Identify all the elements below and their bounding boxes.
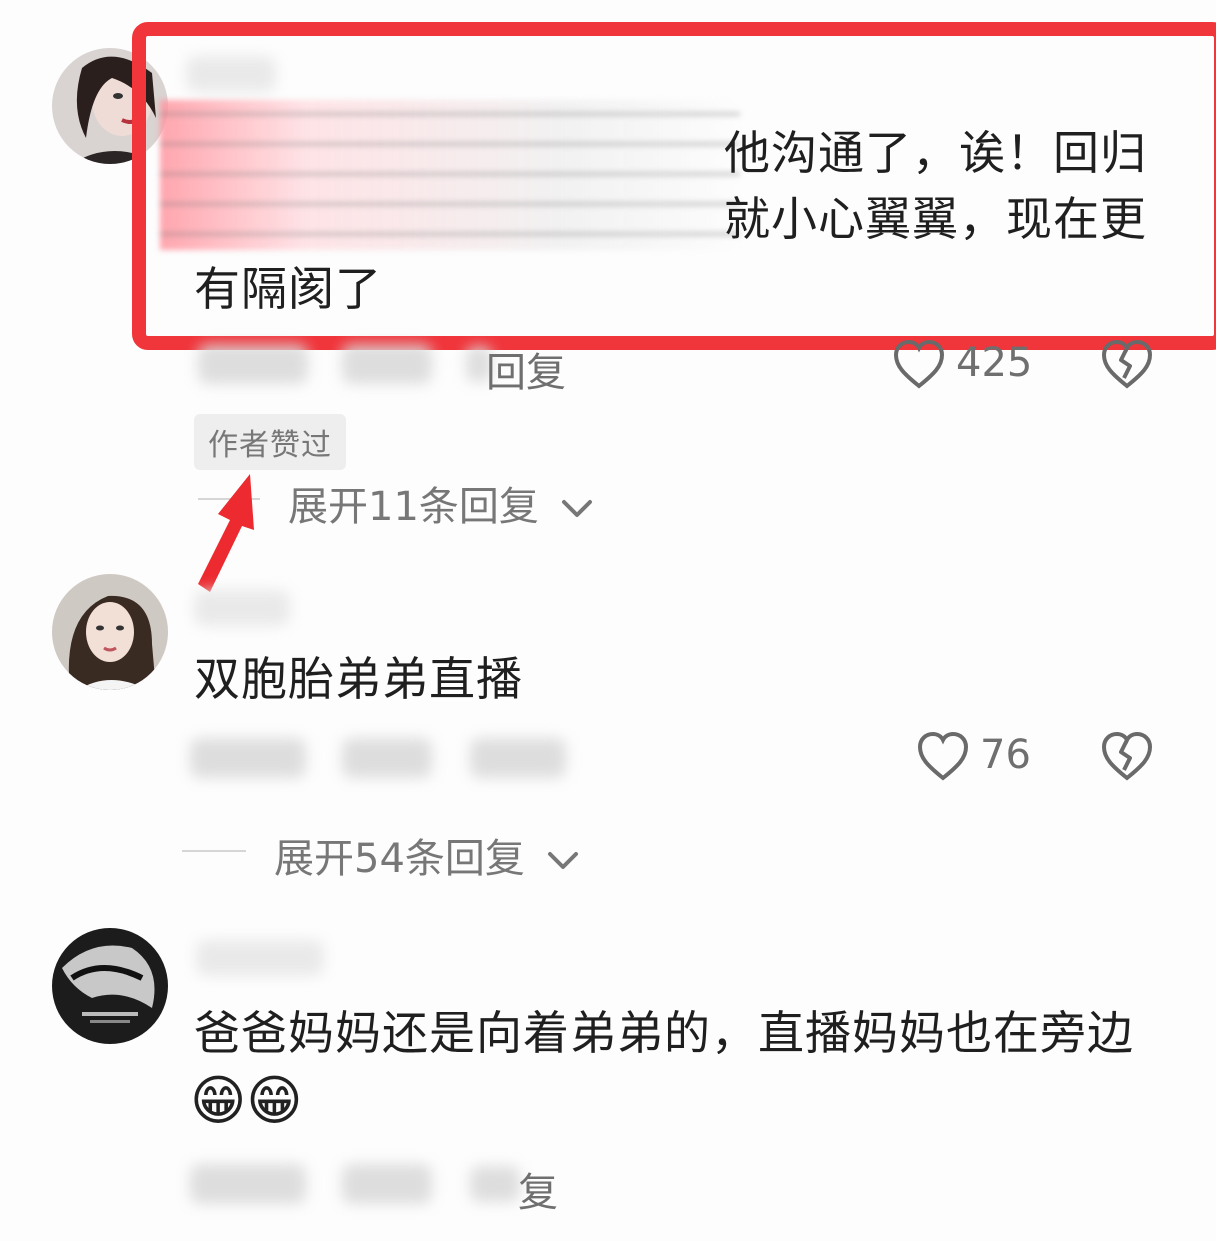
author-liked-badge: 作者赞过 [194,414,346,470]
reply-redacted[interactable] [470,738,566,778]
like-count: 425 [956,340,1033,386]
expand-replies-button[interactable]: 展开54条回复 [274,826,580,884]
timestamp-redacted [190,1164,306,1204]
highlight-box [132,22,1216,350]
red-arrow [198,474,254,592]
broken-heart-icon[interactable] [1100,730,1154,782]
expand-replies-label: 展开54条回复 [274,836,525,882]
chevron-down-icon [547,852,578,869]
divider [182,850,246,852]
reply-button[interactable]: 回复 [486,340,566,398]
redacted-text [470,1166,520,1202]
expand-replies-button[interactable]: 展开11条回复 [288,474,594,532]
username-redacted[interactable] [194,590,290,626]
location-redacted [342,1164,432,1204]
comment-text: 爸爸妈妈还是向着弟弟的，直播妈妈也在旁边 [194,1006,1134,1060]
chevron-down-icon [561,500,592,517]
username-redacted[interactable] [196,940,324,976]
timestamp-redacted [198,344,308,384]
expand-replies-label: 展开11条回复 [288,484,539,530]
broken-heart-icon[interactable] [1100,338,1154,390]
location-redacted [342,344,432,384]
avatar[interactable] [52,574,168,690]
avatar[interactable] [52,928,168,1044]
comment-text: 双胞胎弟弟直播 [194,652,523,706]
heart-outline-icon[interactable] [916,730,970,782]
like-count: 76 [980,732,1031,778]
heart-outline-icon[interactable] [892,338,946,390]
reply-button[interactable]: 复 [518,1160,558,1218]
timestamp-redacted [190,738,306,778]
location-redacted [342,738,432,778]
emoji: 😁😁 [190,1069,303,1132]
